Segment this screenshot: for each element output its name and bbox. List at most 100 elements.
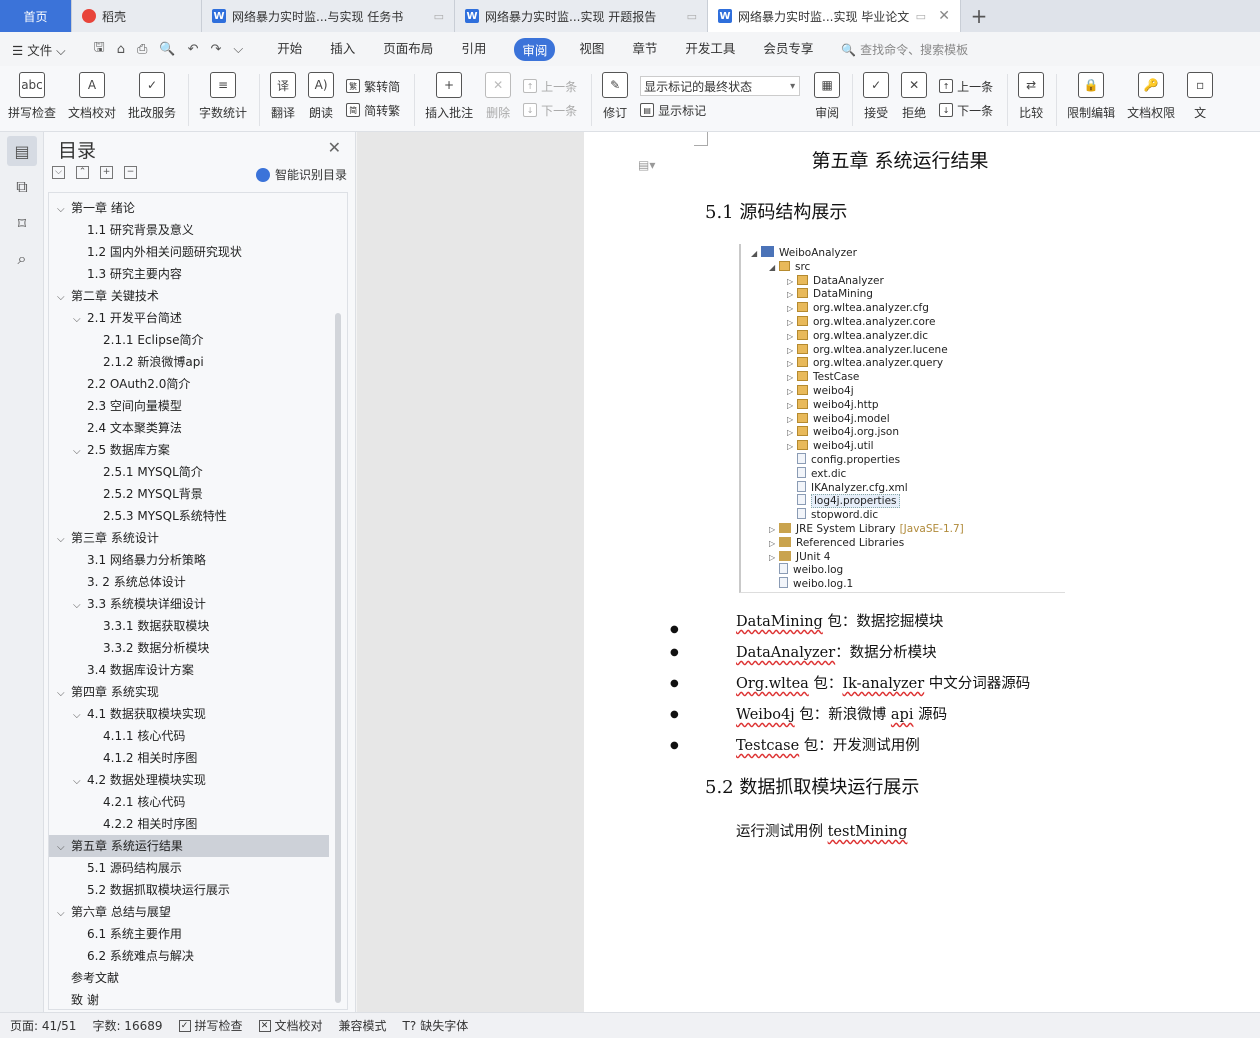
toc-item[interactable]: 5.1 源码结构展示 <box>49 857 329 879</box>
toc-item[interactable]: ⌵ 3.3 系统模块详细设计 <box>49 593 329 615</box>
chevron-down-icon[interactable]: ⌵ <box>73 595 87 617</box>
to-simplified-button[interactable]: 简简转繁 <box>346 98 400 122</box>
close-tab-icon[interactable]: ✕ <box>932 8 950 24</box>
toc-icon[interactable]: ▤ <box>7 136 37 166</box>
spellcheck-button[interactable]: abc 拼写检查 <box>8 66 56 121</box>
menu-item-1[interactable]: 插入 <box>330 38 355 61</box>
document-page[interactable]: ▤▾ 第五章 系统运行结果 5.1 源码结构展示 ◢ WeiboAnalyzer ◢… <box>584 132 1260 1012</box>
menu-file[interactable]: ☰ 文件 ⌵ <box>12 40 66 59</box>
next-comment-button[interactable]: ↓ 下一条 <box>523 98 577 122</box>
status-spellcheck[interactable]: ✓ 拼写检查 <box>178 1017 243 1034</box>
menu-item-5[interactable]: 视图 <box>579 38 604 61</box>
tab-2[interactable]: W 网络暴力实时监...与实现 任务书 ▭ <box>202 0 455 32</box>
translate-button[interactable]: 译翻译 <box>270 66 297 121</box>
toc-item[interactable]: 2.1.1 Eclipse简介 <box>49 329 329 351</box>
menu-item-0[interactable]: 开始 <box>277 38 302 61</box>
review-pane-button[interactable]: ▦ 审阅 <box>814 66 841 121</box>
toc-scrollbar[interactable] <box>335 313 341 1003</box>
more-button[interactable]: ▫ 文 <box>1187 66 1214 121</box>
word-count[interactable]: 字数: 16689 <box>92 1017 162 1034</box>
chevron-down-icon[interactable]: ⌵ <box>57 903 71 925</box>
print-icon[interactable]: ⎙ <box>137 42 147 57</box>
toc-item[interactable]: 3.1 网络暴力分析策略 <box>49 549 329 571</box>
toc-item[interactable]: 1.1 研究背景及意义 <box>49 219 329 241</box>
chevron-down-icon[interactable]: ⌵ <box>57 287 71 309</box>
toc-item[interactable]: 4.2.2 相关时序图 <box>49 813 329 835</box>
toc-item[interactable]: ⌵ 第六章 总结与展望 <box>49 901 329 923</box>
menu-item-7[interactable]: 开发工具 <box>685 38 735 61</box>
toc-item[interactable]: ⌵ 2.5 数据库方案 <box>49 439 329 461</box>
redo-icon[interactable]: ↷ <box>211 42 222 57</box>
toc-item[interactable]: 2.5.3 MYSQL系统特性 <box>49 505 329 527</box>
toc-item[interactable]: 2.5.1 MYSQL简介 <box>49 461 329 483</box>
tab-1[interactable]: 稻壳 <box>72 0 202 32</box>
menu-item-4[interactable]: 审阅 <box>514 37 556 61</box>
toc-item[interactable]: 4.1.2 相关时序图 <box>49 747 329 769</box>
expand-all-icon[interactable]: ⌵ <box>52 166 65 179</box>
tab-0[interactable]: 首页 <box>0 0 72 32</box>
smart-toc-button[interactable]: 智能识别目录 <box>255 166 347 183</box>
accept-button[interactable]: ✓ 接受 <box>863 66 890 121</box>
toc-item[interactable]: 6.1 系统主要作用 <box>49 923 329 945</box>
toc-item[interactable]: 2.1.2 新浪微博api <box>49 351 329 373</box>
toc-item[interactable]: ⌵ 第五章 系统运行结果 <box>49 835 329 857</box>
toc-item[interactable]: 5.2 数据抓取模块运行展示 <box>49 879 329 901</box>
chevron-down-icon[interactable]: ⌵ <box>73 309 87 331</box>
toc-item[interactable]: 1.2 国内外相关问题研究现状 <box>49 241 329 263</box>
chevron-down-icon[interactable]: ⌵ <box>57 199 71 221</box>
tab-3[interactable]: W 网络暴力实时监...实现 开题报告 ▭ <box>455 0 708 32</box>
toc-item[interactable]: ⌵ 第二章 关键技术 <box>49 285 329 307</box>
toc-item[interactable]: 2.5.2 MYSQL背景 <box>49 483 329 505</box>
customize-chevron-icon[interactable]: ⌵ <box>233 42 243 57</box>
chevron-down-icon[interactable]: ⌵ <box>73 771 87 793</box>
toc-item[interactable]: 2.3 空间向量模型 <box>49 395 329 417</box>
markup-select[interactable]: 显示标记的最终状态 <box>640 74 801 98</box>
toc-item[interactable]: 3.3.2 数据分析模块 <box>49 637 329 659</box>
search-icon[interactable]: ⌕ <box>7 244 37 274</box>
menu-item-2[interactable]: 页面布局 <box>383 38 433 61</box>
toc-item[interactable]: 致 谢 <box>49 989 329 1009</box>
chevron-down-icon[interactable]: ⌵ <box>57 529 71 551</box>
save-icon[interactable]: 🖫 <box>94 38 105 60</box>
reject-button[interactable]: ✕ 拒绝 <box>901 66 928 121</box>
toc-item[interactable]: ⌵ 第三章 系统设计 <box>49 527 329 549</box>
undo-icon[interactable]: ↶ <box>188 42 199 57</box>
toc-item[interactable]: 1.3 研究主要内容 <box>49 263 329 285</box>
track-changes-button[interactable]: ✎ 修订 <box>602 66 629 121</box>
document-permission-button[interactable]: 🔑 文档权限 <box>1127 66 1175 121</box>
toc-item[interactable]: 4.1.1 核心代码 <box>49 725 329 747</box>
annotate-service-button[interactable]: ✓ 批改服务 <box>128 66 176 121</box>
new-tab-icon[interactable]: + <box>961 0 997 32</box>
chevron-down-icon[interactable]: ⌵ <box>73 705 87 727</box>
menu-item-6[interactable]: 章节 <box>632 38 657 61</box>
chevron-down-icon[interactable]: ⌵ <box>57 837 71 859</box>
prev-comment-button[interactable]: ↑ 上一条 <box>523 74 577 98</box>
close-icon[interactable]: ✕ <box>328 138 341 157</box>
toc-item[interactable]: 2.4 文本聚类算法 <box>49 417 329 439</box>
read-aloud-button[interactable]: A) 朗读 <box>308 66 335 121</box>
toc-item[interactable]: 参考文献 <box>49 967 329 989</box>
toc-item[interactable]: 6.2 系统难点与解决 <box>49 945 329 967</box>
menu-item-8[interactable]: 会员专享 <box>763 38 813 61</box>
chevron-down-icon[interactable]: ⌵ <box>73 441 87 463</box>
missing-font[interactable]: T? 缺失字体 <box>403 1017 469 1034</box>
tab-4[interactable]: W 网络暴力实时监...实现 毕业论文 ▭ ✕ <box>708 0 961 32</box>
menu-item-3[interactable]: 引用 <box>461 38 486 61</box>
toc-item[interactable]: ⌵ 4.1 数据获取模块实现 <box>49 703 329 725</box>
chevron-down-icon[interactable]: ⌵ <box>57 683 71 705</box>
prev-change-button[interactable]: ↑ 上一条 <box>939 74 993 98</box>
insert-comment-button[interactable]: + 插入批注 <box>425 66 473 121</box>
format-painter-icon[interactable]: ⌂ <box>117 42 125 57</box>
toc-item[interactable]: ⌵ 第一章 绪论 <box>49 197 329 219</box>
toc-item[interactable]: 3.3.1 数据获取模块 <box>49 615 329 637</box>
collapse-all-icon[interactable]: ⌃ <box>76 166 89 179</box>
remove-heading-icon[interactable]: − <box>124 166 137 179</box>
toc-item[interactable]: 4.2.1 核心代码 <box>49 791 329 813</box>
to-traditional-button[interactable]: 繁繁转简 <box>346 74 400 98</box>
bookmark-icon[interactable]: ⌑ <box>7 208 37 238</box>
toc-item[interactable]: 2.2 OAuth2.0简介 <box>49 373 329 395</box>
page-indicator[interactable]: 页面: 41/51 <box>10 1017 76 1034</box>
command-search[interactable]: 🔍 查找命令、搜索模板 <box>841 41 968 58</box>
compare-button[interactable]: ⇄ 比较 <box>1018 66 1045 121</box>
print-preview-icon[interactable]: 🔍 <box>159 42 175 57</box>
